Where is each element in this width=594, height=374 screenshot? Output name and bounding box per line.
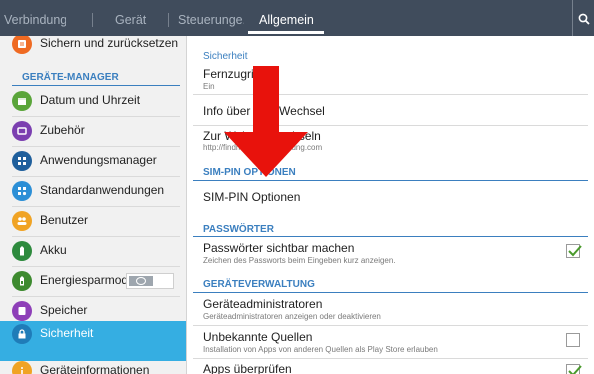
sidebar-item-power-saving[interactable]: Energiesparmod.. [0, 267, 186, 297]
search-icon [578, 13, 590, 25]
toggle-track [129, 276, 153, 286]
sidebar-item-date-time[interactable]: Datum und Uhrzeit [0, 87, 186, 117]
apps-grid-icon [12, 151, 32, 171]
show-passwords-description: Zeichen des Passworts beim Eingeben kurz… [203, 256, 396, 265]
checkmark-icon [568, 365, 582, 374]
show-passwords-checkbox[interactable] [566, 244, 582, 258]
red-arrow-down-icon [224, 66, 308, 177]
sidebar-item-label: Sichern und zurücksetzen [40, 36, 179, 50]
sidebar-item-app-manager[interactable]: Anwendungsmanager [0, 147, 186, 177]
section-header-passwords: PASSWÖRTER [203, 224, 274, 235]
device-admins-row[interactable]: Geräteadministratoren [203, 297, 322, 311]
toggle-off-icon [136, 277, 146, 285]
sidebar-item-label: Zubehör [40, 123, 85, 137]
unknown-sources-description: Installation von Apps von anderen Quelle… [203, 345, 438, 354]
verify-apps-checkbox[interactable] [566, 364, 582, 374]
sim-pin-options-row[interactable]: SIM-PIN Optionen [203, 190, 300, 204]
sidebar-item-battery[interactable]: Akku [0, 237, 186, 267]
sidebar-item-default-apps[interactable]: Standardanwendungen [0, 177, 186, 207]
row-divider [193, 358, 588, 359]
accessory-icon [12, 121, 32, 141]
battery-icon [12, 241, 32, 261]
power-saving-icon [12, 271, 32, 291]
sidebar-section-header: GERÄTE-MANAGER [22, 72, 119, 83]
sidebar-item-label: Energiesparmod.. [40, 273, 135, 287]
sidebar-header-divider [12, 85, 180, 86]
sidebar-item-label: Akku [40, 243, 67, 257]
storage-icon [12, 301, 32, 321]
unknown-sources-row[interactable]: Unbekannte Quellen [203, 330, 312, 344]
section-header-device-admin: GERÄTEVERWALTUNG [203, 279, 315, 290]
section-divider [193, 180, 588, 181]
tab-separator [92, 13, 93, 27]
show-passwords-row[interactable]: Passwörter sichtbar machen [203, 241, 354, 255]
sidebar-item-users[interactable]: Benutzer [0, 207, 186, 237]
sidebar-item-label: Anwendungsmanager [40, 153, 157, 167]
lock-icon [12, 324, 32, 344]
sidebar-item-label: Benutzer [40, 213, 89, 227]
sidebar-item-security[interactable]: Sicherheit [0, 321, 186, 361]
sidebar-item-label: Geräteinformationen [40, 363, 150, 374]
verify-apps-row[interactable]: Apps überprüfen [203, 362, 292, 374]
tab-steuerungen[interactable]: Steuerunge.. [178, 0, 244, 36]
checkmark-icon [568, 245, 582, 257]
sidebar-item-label: Datum und Uhrzeit [40, 93, 141, 107]
backup-icon [12, 36, 32, 54]
power-saving-toggle[interactable] [126, 273, 174, 289]
default-apps-icon [12, 181, 32, 201]
sidebar-item-label: Speicher [40, 303, 88, 317]
active-tab-indicator [248, 31, 324, 34]
search-button[interactable] [572, 0, 594, 36]
page-title: Sicherheit [203, 51, 248, 62]
sidebar-item-accessories[interactable]: Zubehör [0, 117, 186, 147]
tab-geraet[interactable]: Gerät [115, 0, 155, 36]
top-tab-bar: Verbindung.. Gerät Steuerunge.. Allgemei… [0, 0, 594, 36]
remote-access-status: Ein [203, 82, 215, 91]
info-icon [12, 361, 32, 374]
sidebar-item-backup-reset[interactable]: Sichern und zurücksetzen [0, 36, 186, 60]
sidebar-item-label: Standardanwendungen [40, 183, 165, 197]
tab-verbindungen[interactable]: Verbindung.. [4, 0, 66, 36]
unknown-sources-checkbox[interactable] [566, 333, 580, 347]
calendar-icon [12, 91, 32, 111]
row-divider [193, 325, 588, 326]
section-divider [193, 292, 588, 293]
device-admins-description: Geräteadministratoren anzeigen oder deak… [203, 312, 381, 321]
sidebar-item-label: Sicherheit [40, 326, 94, 340]
users-icon [12, 211, 32, 231]
sidebar: Sichern und zurücksetzen GERÄTE-MANAGER … [0, 36, 187, 374]
section-divider [193, 236, 588, 237]
tab-separator [168, 13, 169, 27]
sidebar-item-device-info[interactable]: Geräteinformationen [0, 357, 186, 374]
